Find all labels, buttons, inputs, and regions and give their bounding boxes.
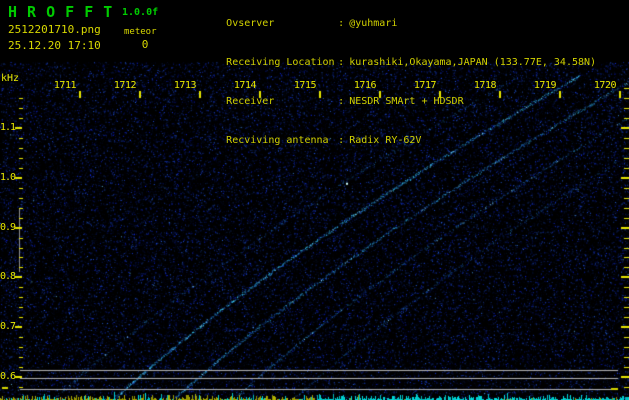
info-label: Receiving Location <box>226 56 338 69</box>
x-axis-label: 1714 <box>232 80 256 91</box>
y-axis-label: 0.7 <box>0 321 15 332</box>
x-axis-label: 1711 <box>52 80 76 91</box>
meteor-counter-label: meteor <box>124 27 157 37</box>
y-axis-unit-label: kHz <box>1 73 19 84</box>
app-title: H R O F F T <box>8 3 113 21</box>
info-value: Radix RY-62V <box>349 135 421 146</box>
info-row-observer: Ovserver: @yuhmari <box>178 4 596 43</box>
y-axis-label: 0.8 <box>0 271 15 282</box>
x-axis-label: 1719 <box>532 80 556 91</box>
x-axis-label: 1716 <box>352 80 376 91</box>
info-label: Ovserver <box>226 17 338 30</box>
info-colon: : <box>338 57 344 68</box>
info-colon: : <box>338 18 344 29</box>
x-axis-label: 1717 <box>412 80 436 91</box>
y-axis-label: 0.6 <box>0 371 15 382</box>
y-axis-label: 0.9 <box>0 222 15 233</box>
info-colon: : <box>338 96 344 107</box>
output-filename: 2512201710.png <box>8 23 101 36</box>
y-axis-label: 1.1 <box>0 122 15 133</box>
info-row-antenna: Recviving antenna: Radix RY-62V <box>178 121 596 160</box>
info-label: Recviving antenna <box>226 134 338 147</box>
x-axis-label: 1713 <box>172 80 196 91</box>
info-value: NESDR SMArt + HDSDR <box>349 96 463 107</box>
info-value: kurashiki,Okayama,JAPAN (133.77E, 34.58N… <box>349 57 596 68</box>
x-axis-label: 1712 <box>112 80 136 91</box>
info-value: @yuhmari <box>349 18 397 29</box>
info-row-location: Receiving Location: kurashiki,Okayama,JAP… <box>178 43 596 82</box>
x-axis-label: 1715 <box>292 80 316 91</box>
x-axis-label: 1720 <box>592 80 616 91</box>
hrofft-window: H R O F F T 1.0.0f 2512201710.png 25.12.… <box>0 0 629 400</box>
info-label: Receiver <box>226 95 338 108</box>
info-colon: : <box>338 135 344 146</box>
app-version: 1.0.0f <box>122 7 158 18</box>
meteor-counter-value: 0 <box>124 38 166 51</box>
x-axis-label: 1718 <box>472 80 496 91</box>
y-axis-label: 1.0 <box>0 172 15 183</box>
record-datetime: 25.12.20 17:10 <box>8 39 101 52</box>
